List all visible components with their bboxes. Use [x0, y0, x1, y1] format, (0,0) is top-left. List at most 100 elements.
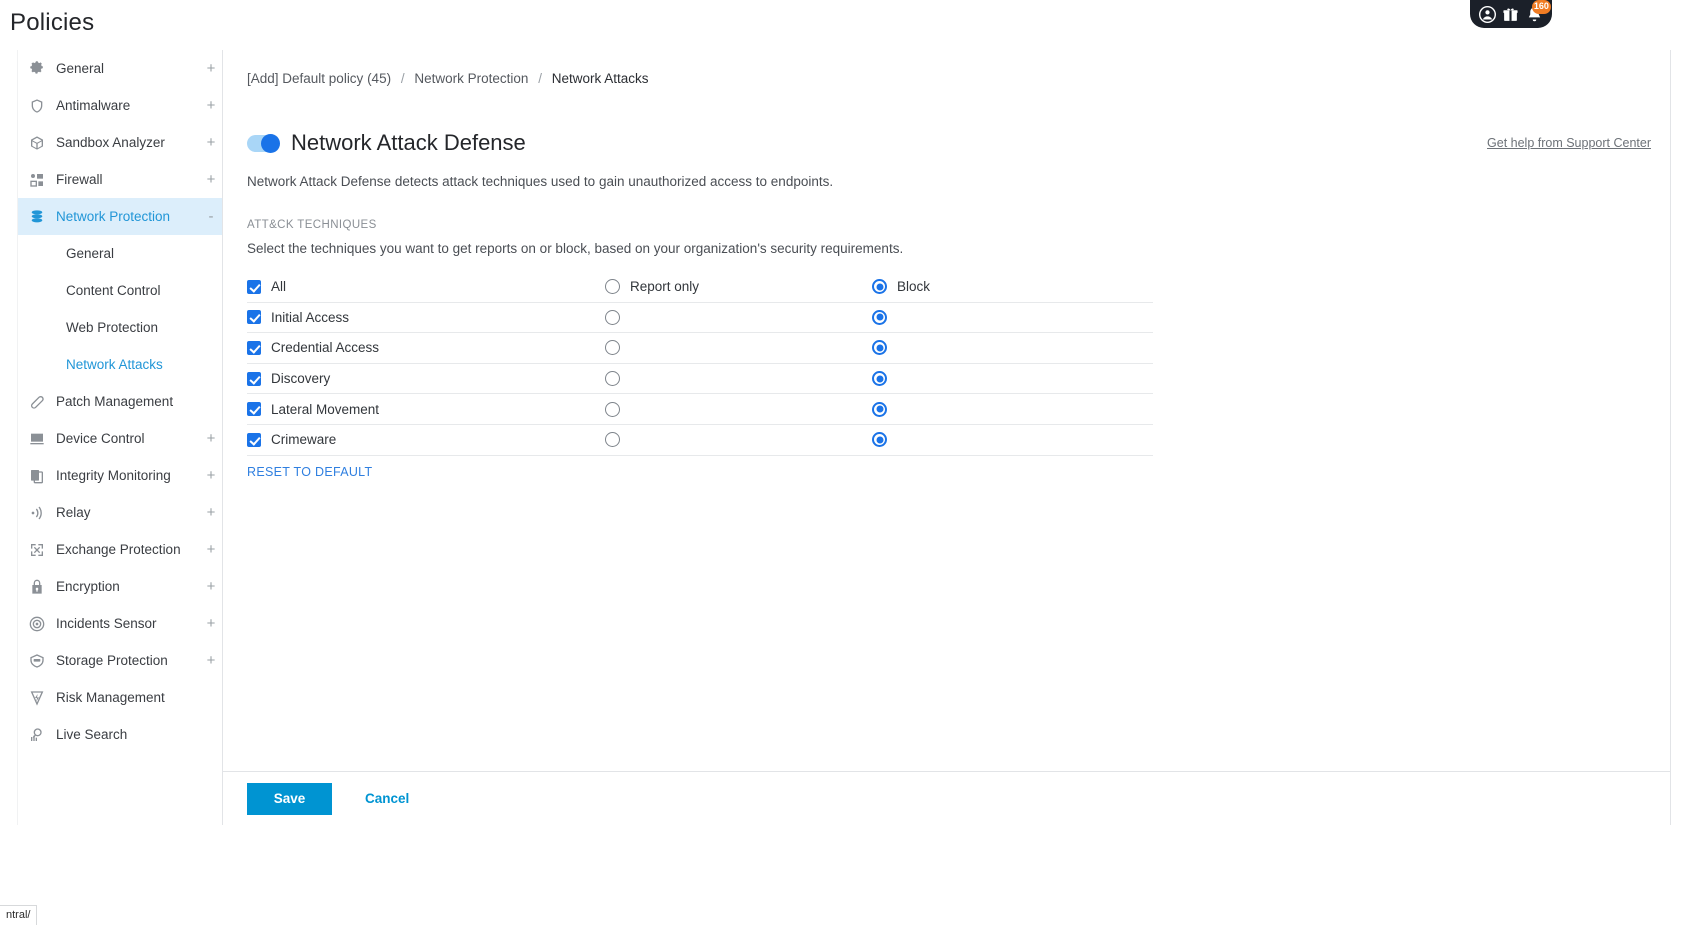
report-only-radio[interactable]: [605, 279, 620, 295]
block-radio[interactable]: [872, 371, 887, 387]
breadcrumb-separator: /: [538, 71, 542, 86]
technique-name-cell: Credential Access: [247, 340, 605, 355]
technique-checkbox[interactable]: [247, 310, 261, 325]
expand-toggle[interactable]: +: [200, 135, 222, 150]
sidebar-item-general[interactable]: General +: [18, 50, 222, 87]
broadcast-icon: [26, 504, 47, 522]
report-only-radio[interactable]: [605, 309, 620, 325]
exchange-icon: [26, 541, 47, 559]
person-icon[interactable]: [1478, 5, 1497, 24]
expand-toggle[interactable]: +: [200, 579, 222, 594]
report-only-radio[interactable]: [605, 401, 620, 417]
sidebar-item-label: Relay: [56, 505, 91, 520]
sidebar-subitem-label: Network Attacks: [66, 357, 163, 372]
report-only-cell: Report only: [605, 279, 872, 295]
reset-to-default-link[interactable]: RESET TO DEFAULT: [247, 465, 372, 479]
expand-toggle[interactable]: +: [200, 98, 222, 113]
table-row: All Report only Block: [247, 272, 1153, 303]
save-button[interactable]: Save: [247, 782, 332, 815]
sidebar-item-storage-protection[interactable]: Storage Protection +: [18, 642, 222, 679]
cancel-button[interactable]: Cancel: [365, 791, 409, 806]
block-radio[interactable]: [872, 279, 887, 295]
sidebar-item-label: Antimalware: [56, 98, 131, 113]
block-radio[interactable]: [872, 432, 887, 448]
sidebar-item-label: General: [56, 61, 105, 76]
collapse-toggle[interactable]: -: [200, 209, 222, 224]
table-row: Lateral Movement: [247, 394, 1153, 425]
block-radio[interactable]: [872, 340, 887, 356]
breadcrumb-section[interactable]: Network Protection: [414, 71, 528, 86]
table-row: Credential Access: [247, 333, 1153, 364]
block-radio[interactable]: [872, 401, 887, 417]
notification-badge: 160: [1531, 0, 1551, 14]
bell-icon[interactable]: 160: [1525, 0, 1551, 24]
expand-toggle[interactable]: +: [200, 61, 222, 76]
sidebar-subitem-label: Content Control: [66, 283, 161, 298]
technique-checkbox[interactable]: [247, 340, 261, 355]
monitor-icon: [26, 430, 47, 448]
technique-checkbox[interactable]: [247, 371, 261, 386]
sidebar-item-device-control[interactable]: Device Control +: [18, 420, 222, 457]
expand-toggle[interactable]: +: [200, 172, 222, 187]
technique-label: Lateral Movement: [271, 401, 380, 417]
report-only-cell: [605, 340, 872, 356]
block-label: Block: [897, 279, 931, 295]
expand-toggle[interactable]: +: [200, 468, 222, 483]
technique-name-cell: Crimeware: [247, 432, 605, 447]
bandage-icon: [26, 393, 47, 411]
gear-icon: [26, 60, 47, 78]
report-only-radio[interactable]: [605, 371, 620, 387]
sidebar-subitem-content-control[interactable]: Content Control: [18, 272, 222, 309]
report-only-radio[interactable]: [605, 340, 620, 356]
sidebar-subitem-web-protection[interactable]: Web Protection: [18, 309, 222, 346]
sidebar-item-risk-management[interactable]: Risk Management: [18, 679, 222, 716]
technique-checkbox[interactable]: [247, 279, 261, 294]
sidebar-subitem-network-attacks[interactable]: Network Attacks: [18, 346, 222, 383]
sidebar-item-label: Integrity Monitoring: [56, 468, 171, 483]
shield-icon: [26, 97, 47, 115]
gift-icon[interactable]: [1501, 5, 1520, 24]
table-row: Initial Access: [247, 303, 1153, 334]
sidebar-item-exchange-protection[interactable]: Exchange Protection +: [18, 531, 222, 568]
expand-toggle[interactable]: +: [200, 505, 222, 520]
sidebar-item-live-search[interactable]: Live Search: [18, 716, 222, 753]
block-cell: [872, 401, 1153, 417]
feature-header: Network Attack Defense: [247, 130, 526, 156]
expand-toggle[interactable]: +: [200, 431, 222, 446]
technique-label: Crimeware: [271, 432, 337, 448]
technique-checkbox[interactable]: [247, 402, 261, 417]
sidebar-item-network-protection[interactable]: Network Protection -: [18, 198, 222, 235]
sidebar-item-sandbox-analyzer[interactable]: Sandbox Analyzer +: [18, 124, 222, 161]
report-only-cell: [605, 371, 872, 387]
network-attack-defense-toggle[interactable]: [247, 133, 280, 153]
expand-toggle[interactable]: +: [200, 542, 222, 557]
sidebar-subitem-general[interactable]: General: [18, 235, 222, 272]
sidebar-item-integrity-monitoring[interactable]: Integrity Monitoring +: [18, 457, 222, 494]
sidebar-subitem-label: Web Protection: [66, 320, 159, 335]
sidebar-item-label: Exchange Protection: [56, 542, 181, 557]
expand-toggle[interactable]: +: [200, 653, 222, 668]
report-only-cell: [605, 432, 872, 448]
sidebar-item-incidents-sensor[interactable]: Incidents Sensor +: [18, 605, 222, 642]
sidebar-item-label: Sandbox Analyzer: [56, 135, 165, 150]
sidebar-item-encryption[interactable]: Encryption +: [18, 568, 222, 605]
box-icon: [26, 134, 47, 152]
page-title: Policies: [10, 9, 95, 36]
sidebar-item-patch-management[interactable]: Patch Management: [18, 383, 222, 420]
technique-label: Initial Access: [271, 309, 350, 325]
report-only-radio[interactable]: [605, 432, 620, 448]
technique-label: Discovery: [271, 371, 331, 387]
report-only-cell: [605, 309, 872, 325]
breadcrumb-policy[interactable]: [Add] Default policy (45): [247, 71, 391, 86]
block-radio[interactable]: [872, 309, 887, 325]
sidebar-item-firewall[interactable]: Firewall +: [18, 161, 222, 198]
status-bar-url: ntral/: [0, 905, 38, 925]
sidebar-item-antimalware[interactable]: Antimalware +: [18, 87, 222, 124]
support-center-link[interactable]: Get help from Support Center: [1487, 136, 1651, 150]
sidebar-item-relay[interactable]: Relay +: [18, 494, 222, 531]
table-row: Crimeware: [247, 425, 1153, 456]
sidebar-item-label: Network Protection: [56, 209, 171, 224]
technique-checkbox[interactable]: [247, 432, 261, 447]
breadcrumb: [Add] Default policy (45) / Network Prot…: [247, 71, 649, 86]
expand-toggle[interactable]: +: [200, 616, 222, 631]
